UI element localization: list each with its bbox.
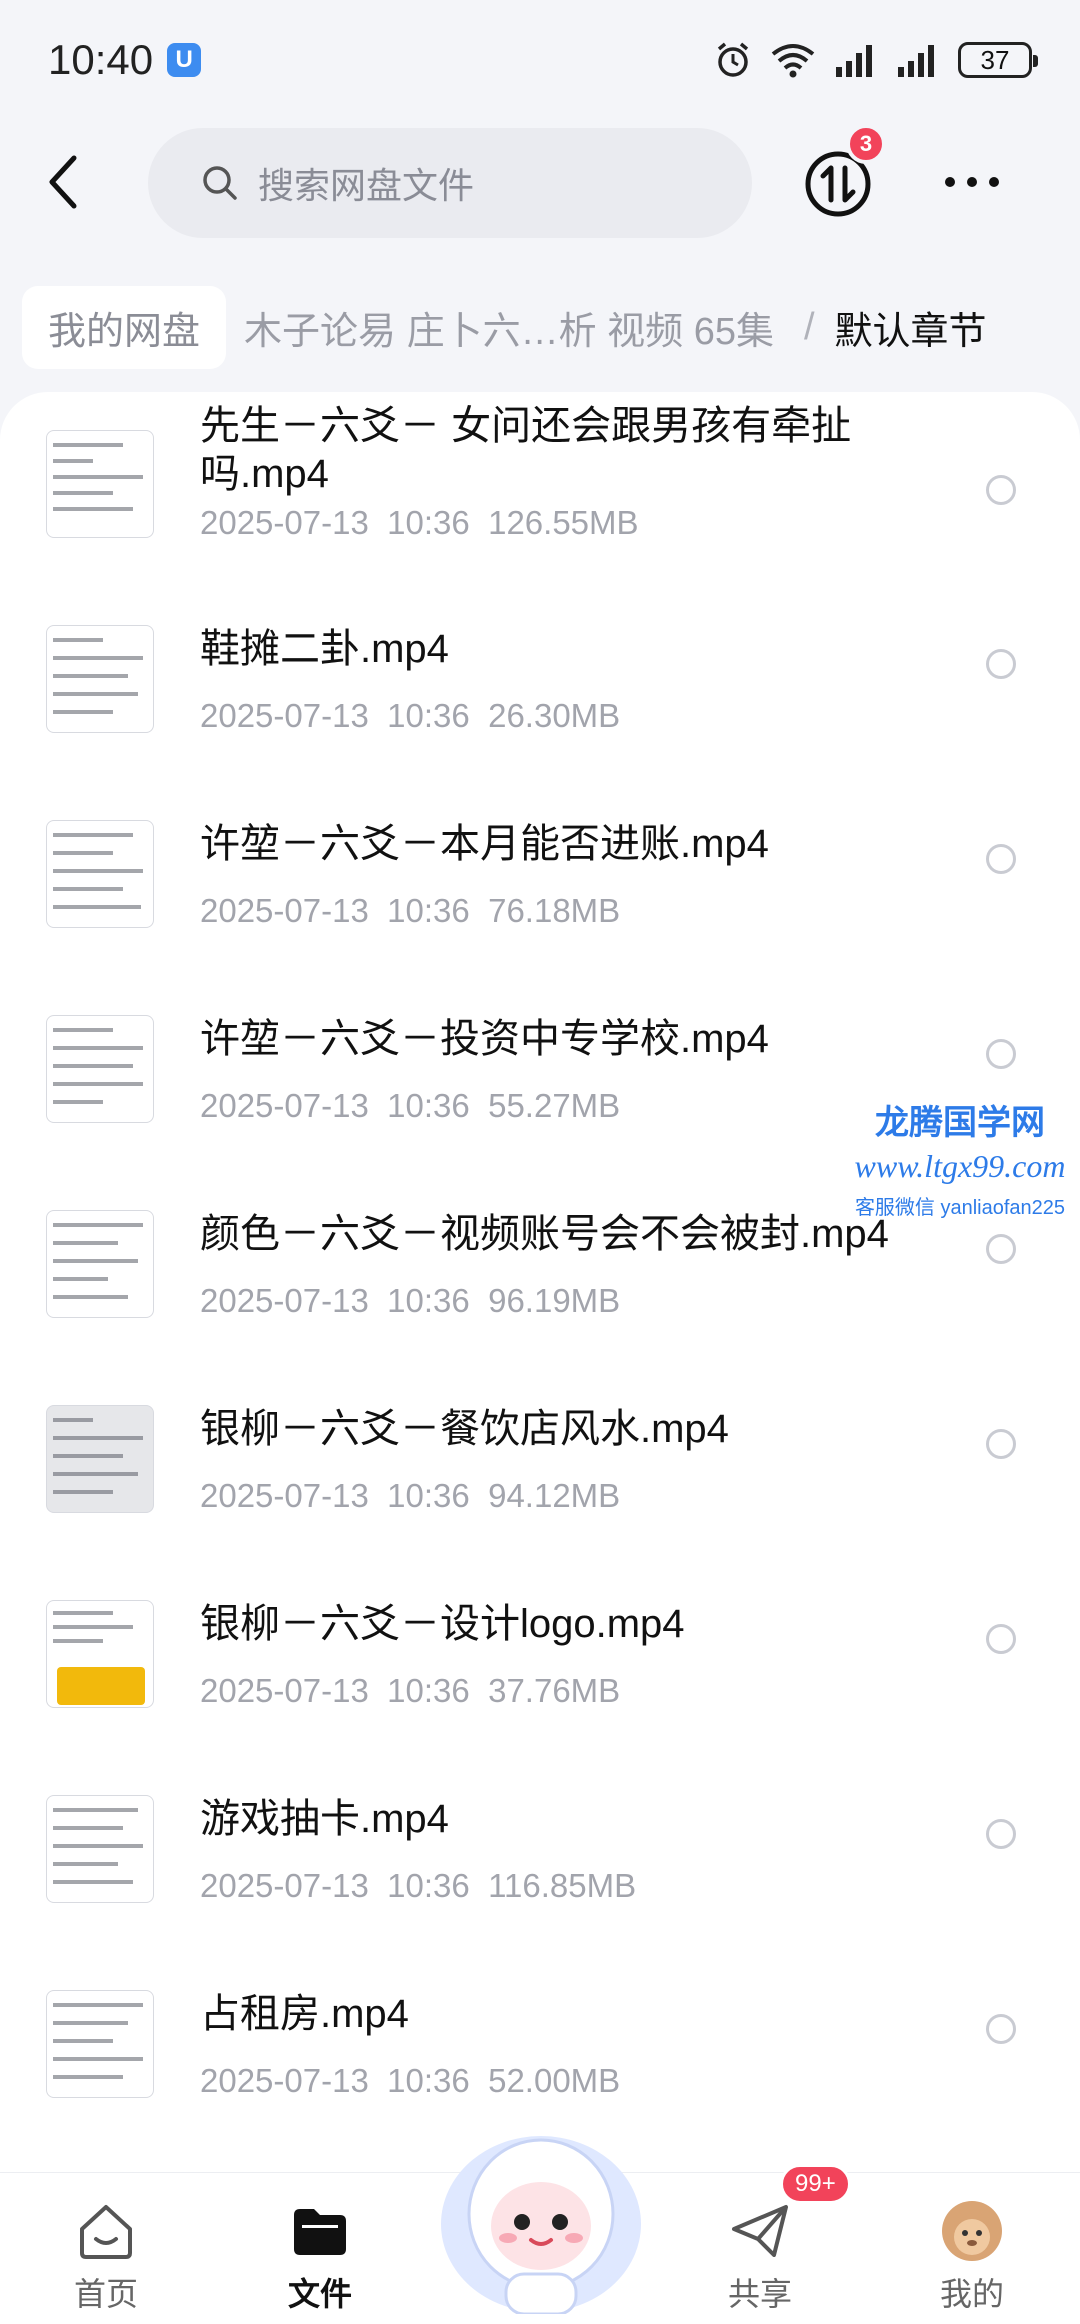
nav-share[interactable]: 共享	[690, 2191, 830, 2321]
back-arrow-icon[interactable]	[40, 152, 90, 212]
file-list: 先生－六爻－ 女问还会跟男孩有牵扯吗.mp4 2025-07-13 10:36 …	[0, 392, 1080, 2172]
select-checkbox[interactable]	[986, 1624, 1016, 1654]
file-row[interactable]: 鞋摊二卦.mp4 2025-07-13 10:36 26.30MB	[0, 587, 1080, 782]
breadcrumb-separator: /	[803, 305, 815, 348]
file-row[interactable]: 游戏抽卡.mp4 2025-07-13 10:36 116.85MB	[0, 1757, 1080, 1952]
select-checkbox[interactable]	[986, 1039, 1016, 1069]
transfer-count-badge: 3	[846, 124, 886, 164]
file-row[interactable]: 银柳－六爻－设计logo.mp4 2025-07-13 10:36 37.76M…	[0, 1562, 1080, 1757]
folder-icon	[294, 2209, 346, 2255]
file-name: 许堃－六爻－投资中专学校.mp4	[200, 1017, 769, 1061]
file-name: 先生－六爻－ 女问还会跟男孩有牵扯吗.mp4	[200, 404, 852, 496]
video-thumbnail	[46, 430, 154, 538]
file-meta: 2025-07-13 10:36 26.30MB	[200, 697, 621, 734]
file-meta: 2025-07-13 10:36 96.19MB	[200, 1282, 621, 1319]
share-count-badge: 99+	[780, 2164, 851, 2204]
home-icon	[80, 2205, 132, 2259]
assistant-mascot-icon[interactable]	[436, 2114, 646, 2314]
file-name: 鞋摊二卦.mp4	[200, 627, 449, 671]
nav-home-label: 首页	[73, 2276, 138, 2312]
file-name: 银柳－六爻－餐饮店风水.mp4	[200, 1407, 729, 1451]
file-row[interactable]: 先生－六爻－ 女问还会跟男孩有牵扯吗.mp4 2025-07-13 10:36 …	[0, 392, 1080, 587]
video-thumbnail	[46, 1015, 154, 1123]
wifi-icon	[771, 44, 815, 78]
status-time: 10:40	[48, 36, 154, 83]
watermark-contact: 客服微信 yanliaofan225	[854, 1197, 1066, 1219]
avatar	[942, 2201, 1002, 2261]
paper-plane-icon	[732, 2205, 788, 2257]
nav-files-label: 文件	[287, 2276, 352, 2312]
breadcrumb-current: 默认章节	[834, 310, 987, 353]
top-bar: 搜索网盘文件 3	[0, 120, 1080, 245]
file-row[interactable]: 许堃－六爻－本月能否进账.mp4 2025-07-13 10:36 76.18M…	[0, 782, 1080, 977]
select-checkbox[interactable]	[986, 1819, 1016, 1849]
file-meta: 2025-07-13 10:36 55.27MB	[200, 1087, 621, 1124]
file-name: 游戏抽卡.mp4	[200, 1797, 449, 1841]
file-meta: 2025-07-13 10:36 126.55MB	[200, 504, 639, 541]
breadcrumb-folder[interactable]: 木子论易 庄卜六…析 视频 65集	[244, 300, 774, 355]
file-name: 颜色－六爻－视频账号会不会被封.mp4	[200, 1212, 889, 1256]
file-meta: 2025-07-13 10:36 76.18MB	[200, 892, 621, 929]
signal-icon	[836, 45, 872, 77]
status-icons: 37	[714, 41, 1038, 79]
nav-share-label: 共享	[727, 2276, 792, 2312]
select-checkbox[interactable]	[986, 475, 1016, 505]
video-thumbnail	[46, 1795, 154, 1903]
video-thumbnail	[46, 625, 154, 733]
file-meta: 2025-07-13 10:36 94.12MB	[200, 1477, 621, 1514]
file-meta: 2025-07-13 10:36 37.76MB	[200, 1672, 621, 1709]
file-name: 许堃－六爻－本月能否进账.mp4	[200, 822, 769, 866]
alarm-icon	[717, 42, 749, 77]
file-name: 银柳－六爻－设计logo.mp4	[200, 1602, 685, 1646]
battery-icon: 37	[958, 42, 1038, 78]
select-checkbox[interactable]	[986, 844, 1016, 874]
file-meta: 2025-07-13 10:36 52.00MB	[200, 2062, 621, 2099]
signal-icon-2	[898, 45, 934, 77]
select-checkbox[interactable]	[986, 1429, 1016, 1459]
select-checkbox[interactable]	[986, 1234, 1016, 1264]
nav-mine[interactable]: 我的	[902, 2191, 1042, 2321]
breadcrumb-home[interactable]: 我的网盘	[22, 285, 227, 369]
more-options-icon[interactable]	[940, 160, 1004, 204]
video-thumbnail	[46, 1600, 154, 1708]
search-placeholder: 搜索网盘文件	[258, 165, 475, 206]
file-row[interactable]: 银柳－六爻－餐饮店风水.mp4 2025-07-13 10:36 94.12MB	[0, 1367, 1080, 1562]
status-bar: 10:40 U 37	[0, 0, 1080, 120]
watermark: 龙腾国学网 www.ltgx99.com 客服微信 yanliaofan225	[840, 1095, 1080, 1225]
select-checkbox[interactable]	[986, 649, 1016, 679]
nav-mine-label: 我的	[939, 2276, 1004, 2312]
video-thumbnail	[46, 1990, 154, 2098]
watermark-url: www.ltgx99.com	[854, 1148, 1066, 1184]
select-checkbox[interactable]	[986, 2014, 1016, 2044]
breadcrumb: 我的网盘 木子论易 庄卜六…析 视频 65集 / 默认章节	[0, 282, 1080, 372]
search-icon	[203, 166, 237, 200]
video-thumbnail	[46, 820, 154, 928]
file-meta: 2025-07-13 10:36 116.85MB	[200, 1867, 637, 1904]
file-name: 占租房.mp4	[200, 1992, 409, 2036]
nav-files[interactable]: 文件	[250, 2191, 390, 2321]
video-thumbnail	[46, 1210, 154, 1318]
video-thumbnail	[46, 1405, 154, 1513]
app-notification-icon: U	[167, 43, 202, 77]
search-input[interactable]: 搜索网盘文件	[148, 128, 752, 238]
watermark-title: 龙腾国学网	[875, 1104, 1045, 1142]
nav-home[interactable]: 首页	[36, 2191, 176, 2321]
